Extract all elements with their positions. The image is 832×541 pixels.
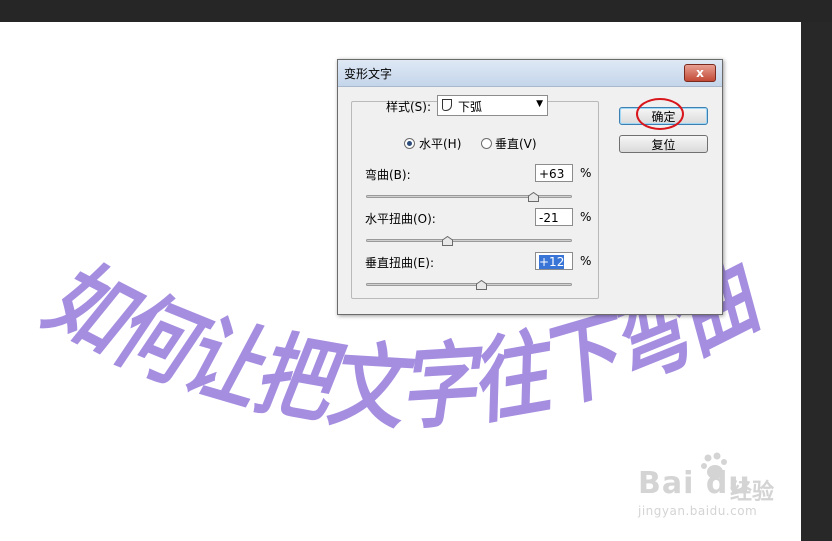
bend-input[interactable]: +63: [535, 164, 573, 182]
bend-label: 弯曲(B):: [365, 168, 411, 182]
hdist-percent: %: [580, 210, 592, 224]
vdist-label: 垂直扭曲(E):: [365, 256, 434, 270]
vertical-label[interactable]: 垂直(V): [495, 135, 537, 152]
horizontal-radio[interactable]: [404, 138, 415, 149]
hdist-slider-thumb[interactable]: [441, 236, 453, 246]
bend-percent: %: [580, 166, 592, 180]
reset-button[interactable]: 复位: [619, 135, 708, 153]
vdist-input[interactable]: +12: [535, 252, 573, 270]
close-button[interactable]: x: [684, 64, 716, 82]
annotation-circle: [636, 98, 684, 130]
style-label: 样式(S):: [386, 100, 432, 114]
close-icon: x: [696, 66, 704, 80]
vdist-slider-track[interactable]: [366, 283, 572, 286]
bend-slider-thumb[interactable]: [528, 192, 540, 202]
horizontal-label[interactable]: 水平(H): [419, 135, 461, 152]
app-top-bar: [0, 0, 832, 22]
watermark-cn: 经验: [730, 480, 775, 505]
watermark-url: jingyan.baidu.com: [638, 504, 758, 518]
arc-lower-icon: [442, 99, 452, 111]
vertical-radio[interactable]: [481, 138, 492, 149]
dialog-title: 变形文字: [344, 67, 393, 81]
bend-slider-track[interactable]: [366, 195, 572, 198]
app-right-panel: [801, 22, 832, 541]
hdist-value: -21: [539, 211, 559, 225]
chevron-down-icon: ▼: [536, 99, 543, 109]
style-select[interactable]: 下弧 ▼: [437, 95, 548, 116]
hdist-input[interactable]: -21: [535, 208, 573, 226]
style-select-value: 下弧: [458, 100, 483, 114]
vdist-value: +12: [539, 255, 565, 269]
bend-value: +63: [539, 167, 565, 181]
baidu-jingyan-watermark: Bai du 经验 jingyan.baidu.com: [638, 452, 798, 532]
dialog-titlebar[interactable]: 变形文字 x: [338, 60, 722, 87]
vdist-percent: %: [580, 254, 592, 268]
hdist-slider-track[interactable]: [366, 239, 572, 242]
vdist-slider-thumb[interactable]: [475, 280, 487, 290]
hdist-label: 水平扭曲(O):: [365, 212, 436, 226]
paw-icon: [701, 452, 727, 479]
